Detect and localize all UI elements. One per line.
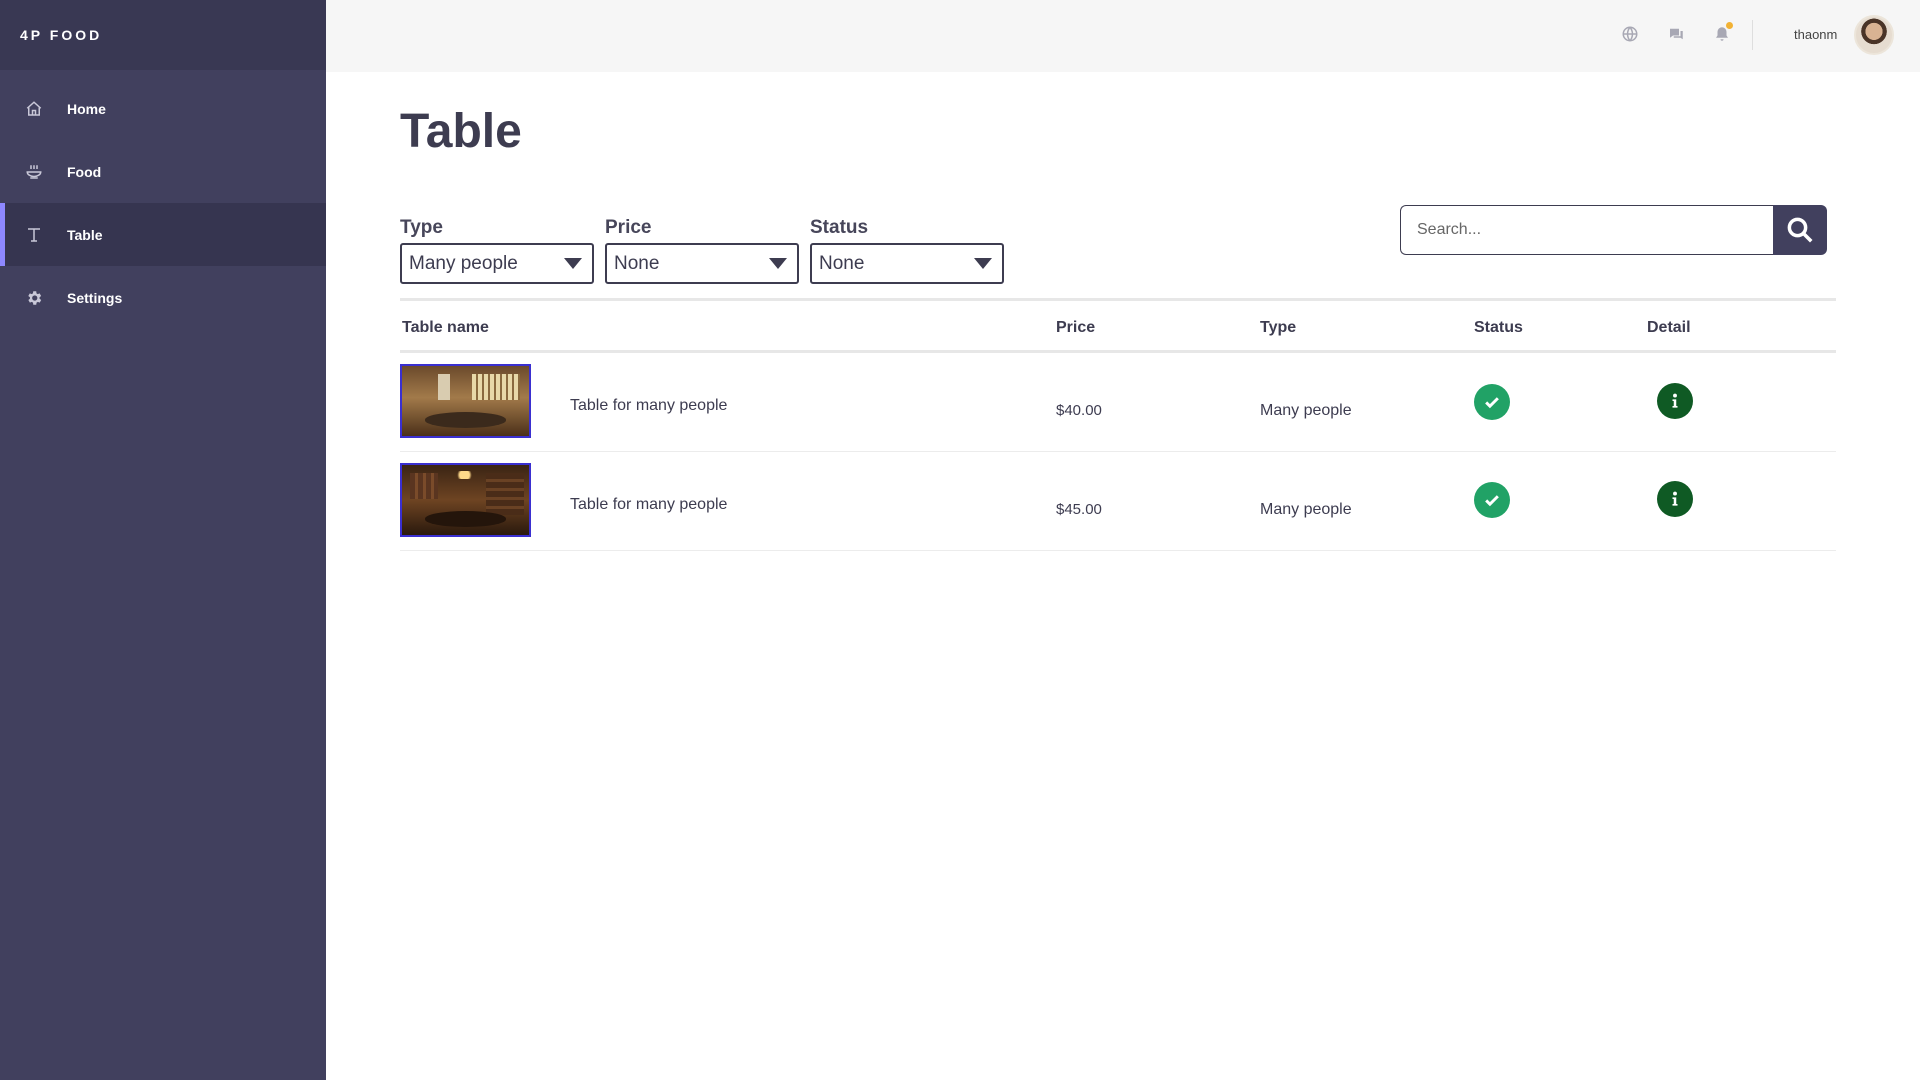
search-icon <box>1787 217 1813 243</box>
sidebar-item-settings[interactable]: Settings <box>0 266 326 329</box>
sidebar: 4P FOOD Home Food Table Settings <box>0 0 326 1080</box>
page-title: Table <box>400 105 522 158</box>
type-select[interactable]: Many people <box>400 243 594 284</box>
status-available-icon <box>1474 482 1510 518</box>
gear-icon <box>0 289 67 307</box>
sidebar-item-label: Food <box>67 163 102 180</box>
notification-dot <box>1726 22 1733 29</box>
table-thumbnail <box>400 463 531 537</box>
sidebar-item-label: Home <box>67 100 106 117</box>
sidebar-item-home[interactable]: Home <box>0 77 326 140</box>
brand-logo[interactable]: 4P FOOD <box>0 0 326 70</box>
price-select[interactable]: None <box>605 243 799 284</box>
column-header-status[interactable]: Status <box>1474 319 1523 337</box>
status-available-icon <box>1474 384 1510 420</box>
topbar: thaonm <box>326 0 1920 72</box>
search-input[interactable] <box>1400 205 1773 255</box>
avatar[interactable] <box>1854 15 1894 55</box>
status-filter-label: Status <box>810 217 869 238</box>
column-header-type[interactable]: Type <box>1260 319 1296 337</box>
detail-info-button[interactable] <box>1657 383 1693 419</box>
table-row[interactable]: Table for many people $40.00 Many people <box>400 353 1836 452</box>
table-name: Table for many people <box>570 397 728 414</box>
table-header: Table name Price Type Status Detail <box>400 298 1836 353</box>
sidebar-item-food[interactable]: Food <box>0 140 326 203</box>
sidebar-item-label: Table <box>67 226 103 243</box>
bell-icon[interactable] <box>1712 22 1733 44</box>
status-select[interactable]: None <box>810 243 1004 284</box>
sidebar-item-label: Settings <box>67 289 123 306</box>
column-header-detail: Detail <box>1647 319 1691 336</box>
price-filter: Price None <box>605 217 799 284</box>
globe-icon[interactable] <box>1620 24 1640 44</box>
topbar-divider <box>1752 20 1753 50</box>
username[interactable]: thaonm <box>1794 27 1837 42</box>
table-price: $45.00 <box>1056 501 1102 518</box>
type-filter: Type Many people <box>400 217 594 284</box>
sidebar-item-table[interactable]: Table <box>0 203 326 266</box>
status-select-value: None <box>819 252 865 274</box>
table-type: Many people <box>1260 501 1352 518</box>
column-header-price[interactable]: Price <box>1056 319 1095 337</box>
table-type: Many people <box>1260 402 1352 419</box>
chevron-down-icon <box>769 258 787 269</box>
home-icon <box>0 100 67 118</box>
chat-icon[interactable] <box>1666 24 1686 44</box>
sidebar-nav: Home Food Table Settings <box>0 70 326 329</box>
status-filter: Status None <box>810 217 1004 284</box>
table-thumbnail <box>400 364 531 438</box>
column-header-name[interactable]: Table name <box>402 319 489 337</box>
search-button[interactable] <box>1773 205 1827 255</box>
type-select-value: Many people <box>409 252 518 274</box>
detail-info-button[interactable] <box>1657 481 1693 517</box>
search-bar <box>1400 205 1827 255</box>
table-icon <box>0 226 67 244</box>
table-name: Table for many people <box>570 496 728 513</box>
price-select-value: None <box>614 252 660 274</box>
table-row[interactable]: Table for many people $45.00 Many people <box>400 452 1836 551</box>
price-filter-label: Price <box>605 217 652 238</box>
food-bowl-icon <box>0 163 67 181</box>
chevron-down-icon <box>974 258 992 269</box>
table-price: $40.00 <box>1056 402 1102 419</box>
type-filter-label: Type <box>400 217 443 238</box>
tables-list: Table name Price Type Status Detail Tabl… <box>400 298 1836 551</box>
chevron-down-icon <box>564 258 582 269</box>
